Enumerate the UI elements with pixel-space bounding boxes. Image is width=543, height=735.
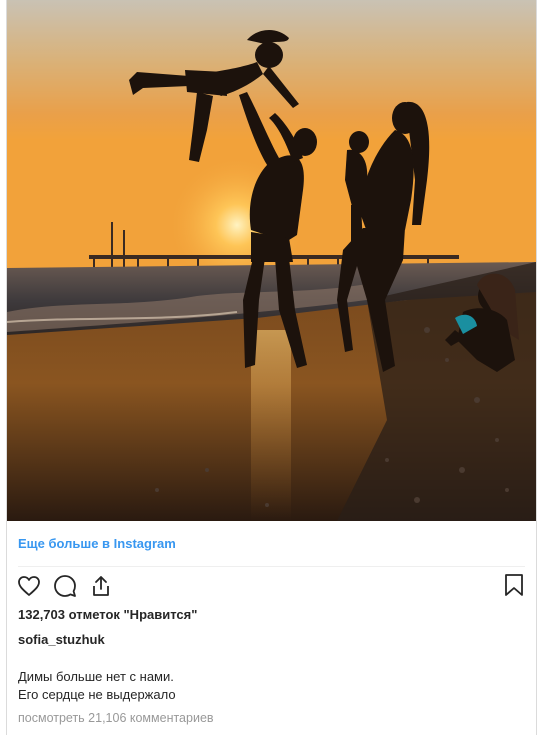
comment-icon: [54, 575, 76, 597]
sunset-family-beach-image: [7, 0, 536, 521]
bookmark-icon: [505, 574, 523, 596]
divider: [18, 566, 525, 567]
instagram-embed: Еще больше в Instagram 132,703 отметок "…: [6, 0, 537, 735]
caption-line: Его сердце не выдержало: [18, 687, 176, 702]
caption-line: Димы больше нет с нами.: [18, 669, 174, 684]
more-on-instagram-link[interactable]: Еще больше в Instagram: [18, 536, 176, 551]
share-icon: [93, 576, 109, 596]
like-button[interactable]: [16, 573, 42, 599]
share-button[interactable]: [88, 573, 114, 599]
action-bar: [16, 572, 114, 600]
comment-button[interactable]: [52, 573, 78, 599]
save-button[interactable]: [501, 572, 527, 598]
post-caption: Димы больше нет с нами. Его сердце не вы…: [18, 668, 176, 704]
post-username[interactable]: sofia_stuzhuk: [18, 632, 105, 647]
post-photo[interactable]: [7, 0, 536, 521]
heart-icon: [18, 576, 40, 596]
likes-count[interactable]: 132,703 отметок "Нравится": [18, 607, 197, 622]
view-comments-link[interactable]: посмотреть 21,106 комментариев: [18, 711, 214, 725]
